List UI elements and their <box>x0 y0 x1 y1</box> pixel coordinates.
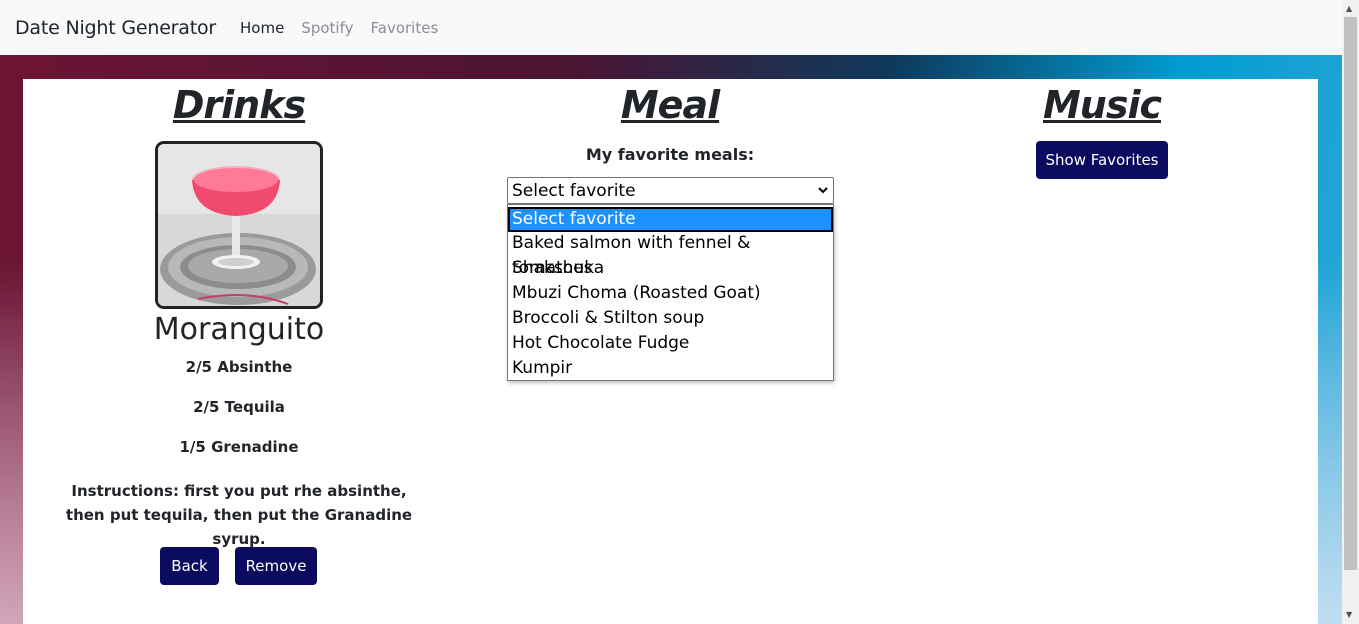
scroll-down-icon[interactable]: ▼ <box>1346 610 1352 619</box>
favorite-meal-select[interactable]: Select favorite <box>507 177 834 204</box>
meal-title: Meal <box>620 83 720 127</box>
back-button[interactable]: Back <box>160 547 219 585</box>
scroll-up-icon[interactable]: ▲ <box>1346 4 1352 13</box>
scrollbar-thumb[interactable] <box>1344 17 1357 570</box>
ingredient-item: 2/5 Tequila <box>193 398 285 416</box>
top-navbar: Date Night Generator Home Spotify Favori… <box>0 0 1342 55</box>
ingredient-item: 1/5 Grenadine <box>179 438 299 456</box>
ingredient-item: 2/5 Absinthe <box>185 358 293 376</box>
dropdown-option[interactable]: Mbuzi Choma (Roasted Goat) <box>508 281 833 306</box>
brand-title[interactable]: Date Night Generator <box>15 17 216 39</box>
drink-name: Moranguito <box>153 312 325 347</box>
vertical-scrollbar[interactable]: ▲ ▼ <box>1342 0 1359 624</box>
dropdown-option[interactable]: Hot Chocolate Fudge <box>508 331 833 356</box>
drink-image <box>155 141 323 309</box>
nav-link-home[interactable]: Home <box>240 19 284 37</box>
meal-dropdown-list: Select favorite Baked salmon with fennel… <box>507 204 834 381</box>
chevron-down-icon <box>817 182 829 202</box>
dropdown-option[interactable]: Broccoli & Stilton soup <box>508 306 833 331</box>
dropdown-option[interactable]: Kumpir <box>508 356 833 381</box>
nav-link-spotify[interactable]: Spotify <box>301 19 353 37</box>
favorite-meals-label: My favorite meals: <box>585 145 755 164</box>
dropdown-option[interactable]: Select favorite <box>508 207 833 232</box>
dropdown-option[interactable]: Baked salmon with fennel & tomatoes <box>508 231 833 278</box>
show-favorites-button[interactable]: Show Favorites <box>1036 141 1168 179</box>
remove-button[interactable]: Remove <box>235 547 317 585</box>
cocktail-picture <box>158 144 320 306</box>
nav-link-favorites[interactable]: Favorites <box>371 19 439 37</box>
drinks-title: Drinks <box>172 83 306 127</box>
select-value: Select favorite <box>512 180 636 201</box>
drink-instructions: Instructions: first you put rhe absinthe… <box>65 482 413 548</box>
dropdown-option[interactable]: Shakshuka <box>508 256 833 281</box>
music-title: Music <box>1042 83 1162 127</box>
